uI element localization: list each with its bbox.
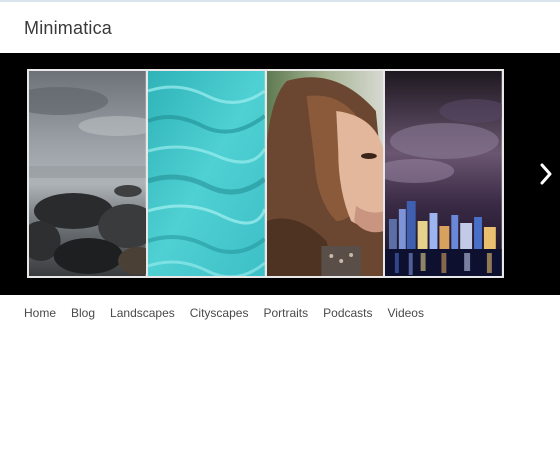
city-night-skyline-photo — [385, 71, 502, 276]
slide-turquoise-water[interactable] — [147, 71, 265, 276]
nav-item-portraits[interactable]: Portraits — [263, 306, 308, 320]
rocky-shore-photo — [29, 71, 146, 276]
image-slider — [0, 53, 560, 295]
nav-item-blog[interactable]: Blog — [71, 306, 95, 320]
site-title[interactable]: Minimatica — [24, 18, 112, 39]
top-rule — [0, 0, 560, 2]
main-navigation: Home Blog Landscapes Cityscapes Portrait… — [24, 306, 439, 320]
page: Minimatica Home Blog Landscapes Cityscap… — [0, 0, 560, 456]
slide-city-night[interactable] — [385, 71, 502, 276]
turquoise-water-photo — [147, 71, 265, 276]
nav-item-videos[interactable]: Videos — [388, 306, 424, 320]
portrait-woman-photo — [266, 71, 384, 276]
slider-next-button[interactable] — [536, 159, 556, 189]
nav-item-cityscapes[interactable]: Cityscapes — [190, 306, 249, 320]
slide-rocky-shore[interactable] — [29, 71, 146, 276]
chevron-right-icon — [540, 163, 552, 185]
nav-item-landscapes[interactable]: Landscapes — [110, 306, 175, 320]
slide-portrait-woman[interactable] — [266, 71, 384, 276]
nav-item-podcasts[interactable]: Podcasts — [323, 306, 372, 320]
nav-item-home[interactable]: Home — [24, 306, 56, 320]
slider-frame — [27, 69, 504, 278]
